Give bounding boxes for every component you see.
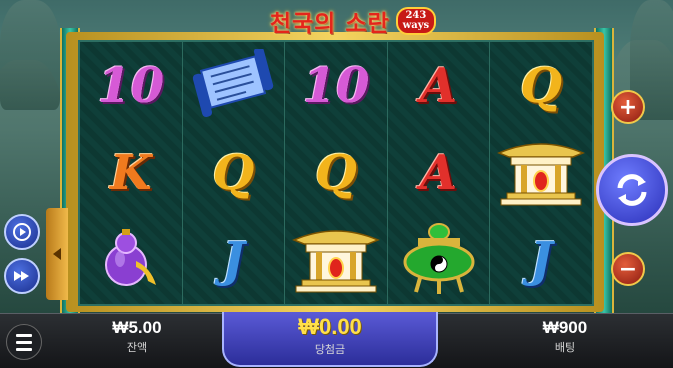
symbol-j: J — [529, 232, 553, 289]
reel-5: Q J — [490, 42, 592, 304]
balance-value: ₩5.00 — [112, 318, 162, 337]
reel-cell: 10 — [80, 42, 182, 129]
reel-4: AA — [387, 42, 491, 304]
reel-cell: J — [183, 217, 285, 304]
reel-cell: K — [80, 129, 182, 216]
reel-3: 10 Q — [285, 42, 388, 304]
increase-bet-button[interactable]: + — [611, 90, 645, 124]
autoplay-button[interactable] — [4, 214, 40, 250]
reel-cell: Q — [183, 129, 285, 216]
reel-cell — [80, 217, 182, 304]
golden-temple-icon — [288, 218, 384, 302]
reel-cell — [490, 129, 592, 216]
reel-cell: J — [490, 217, 592, 304]
reel-cell: Q — [285, 129, 387, 216]
refresh-arrows-icon — [617, 174, 647, 206]
symbol-j: J — [222, 232, 245, 289]
game-title: 천국의 소란 243 ways — [248, 2, 458, 40]
play-circle-icon — [13, 223, 31, 241]
game-title-text: 천국의 소란 — [269, 10, 390, 37]
symbol-q: Q — [520, 57, 563, 114]
balance-display: ₩5.00 잔액 — [92, 318, 182, 355]
win-value: ₩0.00 — [298, 314, 362, 339]
golden-temple-icon — [493, 131, 589, 215]
reel-cell: 10 — [285, 42, 387, 129]
symbol-q: Q — [212, 144, 255, 201]
reel-cell — [183, 42, 285, 129]
reel-1: 10 K — [80, 42, 183, 304]
symbol-k: K — [109, 144, 152, 201]
reel-cell — [388, 217, 490, 304]
reel-grid: 10 K Q J 10 Q AA Q J — [78, 40, 594, 306]
decrease-bet-button[interactable]: − — [611, 252, 645, 286]
hamburger-icon — [16, 333, 32, 337]
green-urn-icon — [394, 218, 484, 302]
reel-cell: Q — [490, 42, 592, 129]
turbo-button[interactable] — [4, 258, 40, 294]
triangle-left-icon — [53, 248, 61, 260]
win-panel: ₩0.00 당첨금 — [222, 312, 438, 367]
symbol-10: 10 — [97, 57, 165, 114]
bet-value: ₩900 — [542, 318, 588, 337]
symbol-a: A — [419, 57, 458, 114]
blue-scroll-icon — [191, 46, 275, 123]
reel-cell: A — [388, 129, 490, 216]
purple-gourd-icon — [96, 223, 166, 297]
symbol-a: A — [419, 144, 458, 201]
bet-label: 배팅 — [554, 341, 576, 354]
bet-display: ₩900 배팅 — [520, 318, 610, 355]
reel-cell — [285, 217, 387, 304]
reel-cell: A — [388, 42, 490, 129]
reel-2: QJ — [182, 42, 286, 304]
symbol-q: Q — [315, 144, 357, 201]
symbol-10: 10 — [302, 57, 370, 114]
spin-button[interactable] — [596, 154, 668, 226]
side-panel-toggle[interactable] — [46, 208, 68, 300]
win-label: 당첨금 — [314, 343, 346, 356]
menu-button[interactable] — [6, 324, 42, 360]
ways-badge: 243 ways — [395, 7, 437, 35]
balance-label: 잔액 — [126, 341, 148, 354]
fast-forward-icon — [14, 271, 29, 281]
